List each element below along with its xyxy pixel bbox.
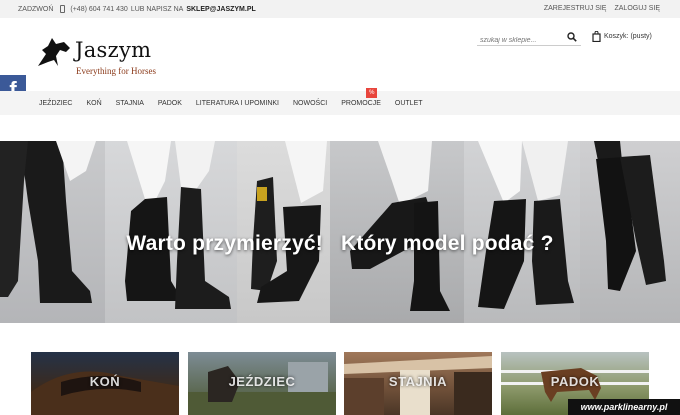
search-box <box>477 29 581 49</box>
category-tile-stajnia[interactable]: STAJNIA <box>344 352 492 415</box>
logo[interactable]: Jaszym Everything for Horses <box>36 36 176 80</box>
promo-badge: % <box>366 88 378 98</box>
brand-name: Jaszym <box>75 38 152 62</box>
or-write-label: LUB NAPISZ NA <box>130 5 184 13</box>
account-links: ZAREJESTRUJ SIĘ ZALOGUJ SIĘ <box>544 5 660 12</box>
nav-item-nowosci[interactable]: NOWOŚCI <box>293 100 327 107</box>
nav-item-padok[interactable]: PADOK <box>158 100 182 107</box>
main-navigation: JEŹDZIEC KOŃ STAJNIA PADOK LITERATURA I … <box>0 88 680 115</box>
hero-banner[interactable]: Warto przymierzyć! Który model podać ? <box>0 141 680 323</box>
horse-logo-icon <box>38 38 70 66</box>
shopping-bag-icon <box>592 31 601 42</box>
category-tile-jezdziec[interactable]: JEŹDZIEC <box>188 352 336 415</box>
phone-icon <box>60 5 66 13</box>
nav-item-literatura[interactable]: LITERATURA I UPOMINKI <box>196 100 279 107</box>
hero-caption-left: Warto przymierzyć! <box>126 232 323 255</box>
category-label: PADOK <box>550 374 600 389</box>
brand-tagline: Everything for Horses <box>76 66 156 76</box>
nav-item-promocje[interactable]: PROMOCJE % <box>341 88 381 107</box>
search-input[interactable] <box>477 32 563 49</box>
category-label: JEŹDZIEC <box>228 374 296 389</box>
search-icon[interactable] <box>567 32 577 42</box>
login-link[interactable]: ZALOGUJ SIĘ <box>614 5 660 12</box>
hero-caption-right: Który model podać ? <box>340 232 554 255</box>
nav-item-promocje-label: PROMOCJE <box>341 100 381 107</box>
nav-item-stajnia[interactable]: STAJNIA <box>116 100 144 107</box>
category-label: STAJNIA <box>388 374 448 389</box>
call-label: ZADZWOŃ <box>18 5 54 13</box>
hero-caption: Warto przymierzyć! Który model podać ? <box>0 232 680 256</box>
cart[interactable]: Koszyk: (pusty) <box>592 31 652 42</box>
category-tile-kon[interactable]: KOŃ <box>31 352 179 415</box>
phone-number[interactable]: (+48) 604 741 430 <box>70 6 127 13</box>
contact-info: ZADZWOŃ (+48) 604 741 430 LUB NAPISZ NA … <box>18 5 256 13</box>
category-label: KOŃ <box>89 374 121 389</box>
nav-item-kon[interactable]: KOŃ <box>86 100 101 107</box>
email-link[interactable]: SKLEP@JASZYM.PL <box>186 6 255 13</box>
nav-item-jezdziec[interactable]: JEŹDZIEC <box>39 100 72 107</box>
top-bar: ZADZWOŃ (+48) 604 741 430 LUB NAPISZ NA … <box>0 0 680 18</box>
register-link[interactable]: ZAREJESTRUJ SIĘ <box>544 5 607 12</box>
watermark: www.parklinearny.pl <box>568 399 680 415</box>
cart-label: Koszyk: (pusty) <box>604 33 652 40</box>
nav-item-outlet[interactable]: OUTLET <box>395 100 423 107</box>
